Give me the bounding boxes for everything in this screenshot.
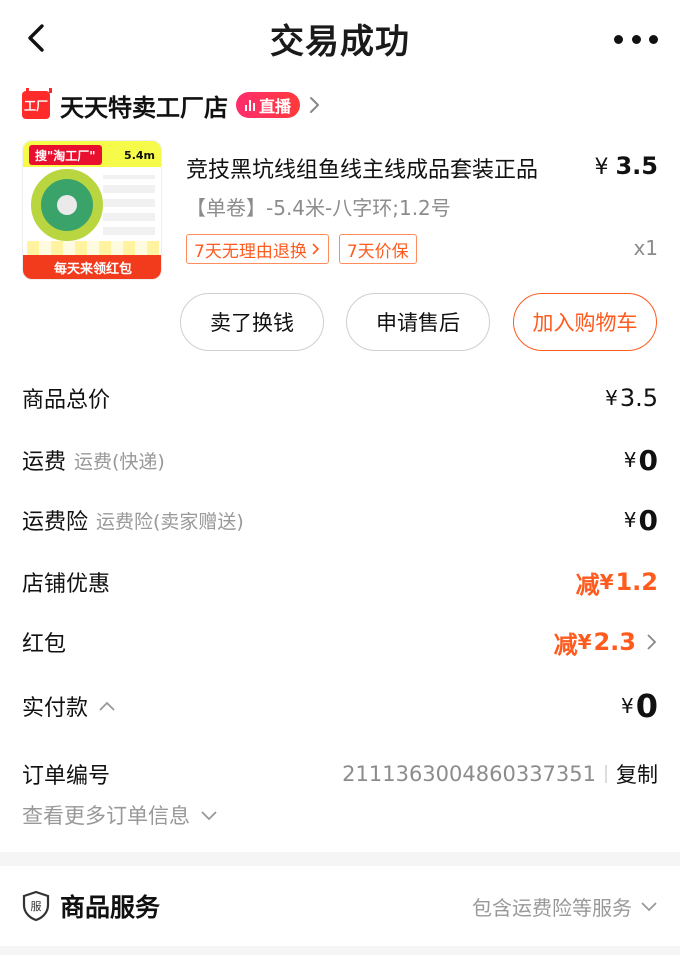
row-goods-total: 商品总价 ¥3.5 (22, 384, 658, 413)
row-shipping-insurance: 运费险 运费险(卖家赠送) ¥0 (22, 503, 658, 537)
more-dot (649, 34, 658, 44)
chevron-down-icon (201, 811, 217, 821)
row-paid[interactable]: 实付款 ¥0 (22, 686, 658, 726)
order-number: 2111363004860337351 (342, 762, 596, 786)
more-order-info-toggle[interactable]: 查看更多订单信息 (22, 798, 218, 832)
order-number-row: 订单编号 2111363004860337351 复制 (22, 756, 658, 792)
page-title: 交易成功 (270, 22, 410, 62)
shop-name: 天天特卖工厂店 (60, 93, 228, 122)
after-sale-button[interactable]: 申请售后 (346, 293, 490, 351)
thumb-length: 5.4m (124, 149, 155, 162)
goods-total-value: ¥3.5 (605, 384, 658, 412)
product-tags: 7天无理由退换 7天价保 (186, 234, 417, 264)
product-sku: 【单卷】-5.4米-八字环;1.2号 (186, 196, 451, 220)
bottom-band (0, 946, 680, 955)
shop-logo-icon: 工厂 (22, 88, 52, 119)
chevron-right-icon (310, 97, 320, 113)
more-dot (614, 34, 623, 44)
shop-link[interactable]: 工厂 天天特卖工厂店 直播 (22, 88, 322, 122)
svg-text:服: 服 (31, 900, 42, 913)
product-thumbnail[interactable]: 搜"淘工厂" 5.4m 每天来领红包 (22, 140, 162, 280)
sell-button[interactable]: 卖了换钱 (180, 293, 324, 351)
row-shipping: 运费 运费(快递) ¥0 (22, 443, 658, 477)
service-row[interactable]: 服 商品服务 包含运费险等服务 (22, 884, 658, 928)
fishing-line-spool-image (31, 169, 103, 241)
product-price: ¥ 3.5 (594, 152, 658, 180)
divider (605, 765, 607, 783)
live-badge-label: 直播 (259, 97, 292, 116)
shipping-insurance-value: ¥0 (623, 503, 658, 537)
service-desc: 包含运费险等服务 (472, 892, 658, 921)
row-red-packet[interactable]: 红包 减 ¥2.3 (22, 622, 658, 662)
tag-no-reason-return[interactable]: 7天无理由退换 (186, 234, 329, 264)
rig-image (103, 175, 155, 235)
product-title[interactable]: 竞技黑坑线组鱼线主线成品套装正品 (186, 152, 538, 184)
live-badge[interactable]: 直播 (236, 92, 301, 118)
tag-price-protection[interactable]: 7天价保 (338, 234, 417, 264)
shield-icon: 服 (22, 890, 50, 922)
chevron-down-icon (641, 902, 657, 912)
live-bars-icon (245, 99, 255, 111)
chevron-right-icon (647, 634, 657, 650)
header-bar: 交易成功 (0, 0, 680, 78)
more-dot (631, 34, 641, 44)
thumb-search-tag: 搜"淘工厂" (29, 145, 102, 165)
shipping-value: ¥0 (623, 443, 658, 477)
chevron-right-icon (312, 243, 319, 255)
copy-button[interactable]: 复制 (616, 759, 658, 789)
more-button[interactable] (614, 22, 658, 56)
section-gap (0, 852, 680, 866)
thumb-banner: 每天来领红包 (23, 255, 161, 279)
product-quantity: x1 (633, 236, 658, 260)
paid-value: ¥0 (621, 687, 658, 725)
chevron-up-icon (99, 701, 115, 711)
shop-discount-value: 减 ¥1.2 (575, 568, 658, 599)
red-packet-value: 减 ¥2.3 (554, 625, 658, 660)
row-shop-discount: 店铺优惠 减 ¥1.2 (22, 562, 658, 602)
add-to-cart-button[interactable]: 加入购物车 (513, 293, 657, 351)
spec-table-image (27, 241, 159, 255)
